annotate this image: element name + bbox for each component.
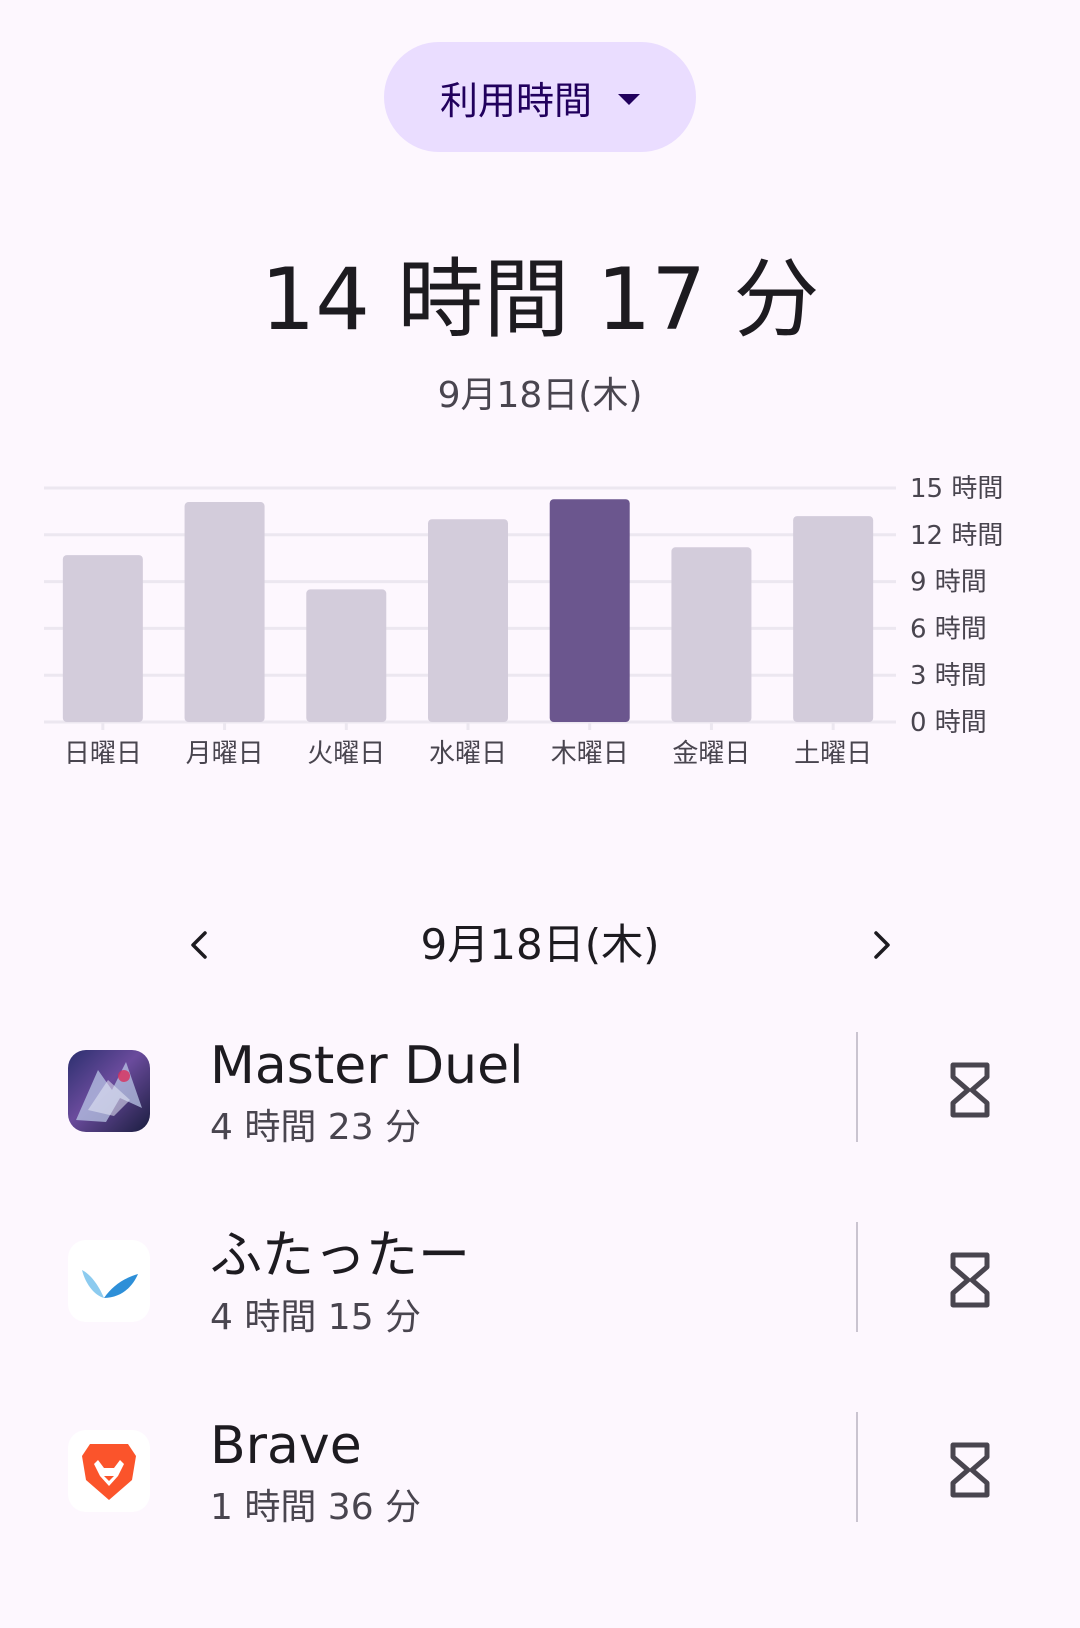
y-tick-label: 12 時間 — [910, 521, 1003, 551]
arrow-drop-down-icon — [618, 93, 640, 105]
divider — [856, 1032, 858, 1142]
summary-date: 9月18日(木) — [437, 375, 643, 416]
app-item[interactable]: Brave 1 時間 36 分 — [0, 1380, 850, 1560]
y-tick-label: 0 時間 — [910, 708, 987, 738]
app-name: ふたったー — [210, 1226, 471, 1286]
chart-bar[interactable] — [62, 555, 143, 722]
x-tick-label: 水曜日 — [429, 739, 507, 769]
app-usage-time: 4 時間 15 分 — [210, 1297, 422, 1338]
next-day-button[interactable] — [836, 900, 926, 990]
app-timer-button[interactable] — [920, 1230, 1020, 1330]
x-tick-label: 金曜日 — [672, 739, 750, 769]
app-usage-time: 1 時間 36 分 — [210, 1487, 422, 1528]
app-timer-button[interactable] — [920, 1420, 1020, 1520]
chevron-right-icon — [874, 931, 890, 959]
total-usage-time: 14 時間 17 分 — [260, 250, 820, 350]
app-row-brave: Brave 1 時間 36 分 — [0, 1380, 1080, 1560]
chevron-left-icon — [191, 931, 207, 959]
chart-bar[interactable] — [793, 516, 874, 722]
chart-bar[interactable] — [184, 502, 265, 722]
y-tick-label: 3 時間 — [910, 661, 987, 691]
metric-dropdown-label: 利用時間 — [439, 78, 592, 123]
master-duel-icon — [68, 1050, 150, 1132]
x-tick-label: 火曜日 — [307, 739, 385, 769]
futatter-icon — [68, 1240, 150, 1322]
app-timer-button[interactable] — [920, 1040, 1020, 1140]
hourglass-icon — [950, 1252, 990, 1308]
chart-bar[interactable] — [306, 589, 387, 722]
hourglass-icon — [950, 1442, 990, 1498]
chart-bar[interactable] — [428, 519, 508, 722]
brave-lion-icon — [68, 1430, 150, 1512]
y-tick-label: 6 時間 — [910, 614, 987, 644]
app-row-futatter: ふたったー 4 時間 15 分 — [0, 1190, 1080, 1370]
chart-bar[interactable] — [671, 547, 752, 722]
app-usage-time: 4 時間 23 分 — [210, 1107, 422, 1148]
divider — [856, 1222, 858, 1332]
hourglass-icon — [950, 1062, 990, 1118]
date-navigator: 9月18日(木) — [0, 900, 1080, 990]
chart-bar-selected[interactable] — [549, 499, 630, 722]
previous-day-button[interactable] — [155, 900, 245, 990]
x-tick-label: 木曜日 — [551, 739, 629, 769]
metric-dropdown[interactable]: 利用時間 — [384, 42, 696, 152]
y-tick-label: 15 時間 — [910, 474, 1003, 504]
x-tick-label: 日曜日 — [64, 739, 142, 769]
app-name: Master Duel — [210, 1036, 524, 1096]
x-tick-label: 月曜日 — [186, 739, 264, 769]
app-row-master-duel: Master Duel 4 時間 23 分 — [0, 1000, 1080, 1180]
divider — [856, 1412, 858, 1522]
app-name: Brave — [210, 1416, 362, 1476]
weekly-usage-chart: 0 時間 3 時間 6 時間 9 時間 12 時間 15 時間日曜日 月曜日 火曜日 水曜日 木曜… — [44, 474, 1003, 769]
y-tick-label: 9 時間 — [910, 568, 987, 598]
app-item[interactable]: Master Duel 4 時間 23 分 — [0, 1000, 850, 1180]
app-item[interactable]: ふたったー 4 時間 15 分 — [0, 1190, 850, 1370]
x-tick-label: 土曜日 — [794, 739, 872, 769]
